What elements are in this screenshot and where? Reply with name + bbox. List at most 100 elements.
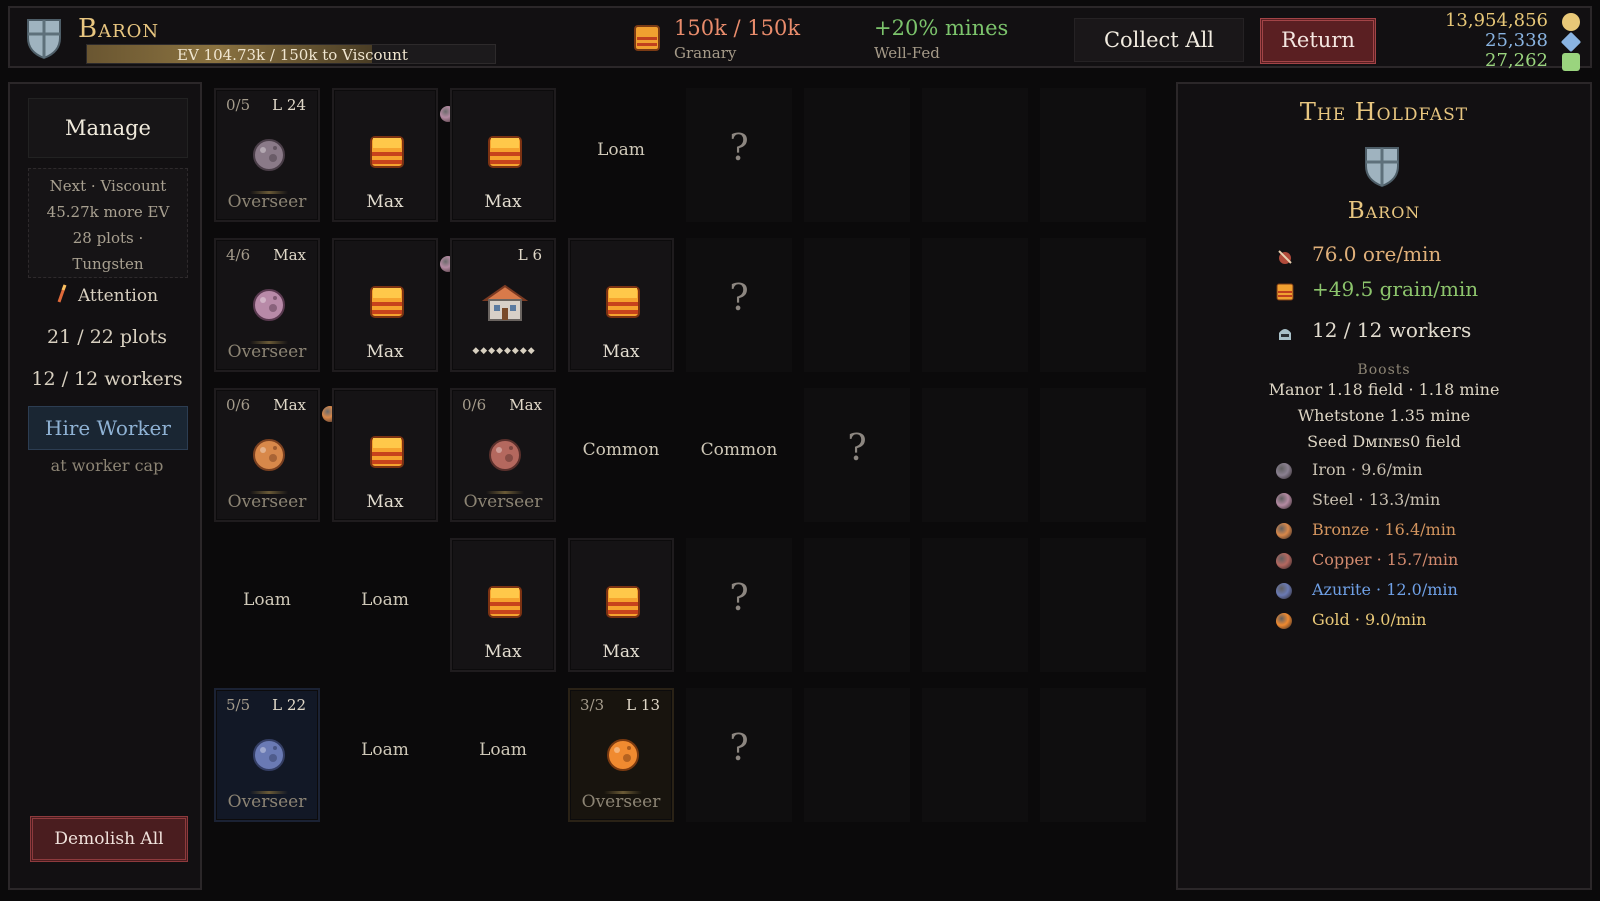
next-rank-line: 45.27k more EV bbox=[46, 203, 170, 221]
blue-gem-icon bbox=[1560, 31, 1582, 53]
unknown-plot-mark: ? bbox=[729, 128, 749, 169]
manor-house-icon bbox=[481, 282, 529, 322]
steel-ore-icon bbox=[251, 286, 287, 322]
collect-all-button[interactable]: Collect All bbox=[1074, 18, 1244, 62]
plot-worker-count: 0/5 bbox=[226, 96, 251, 114]
manor-progress-pips: ◆◆◆◆◆◆◆◆ bbox=[472, 346, 536, 356]
plot-worker-count: 0/6 bbox=[226, 396, 251, 414]
next-rank-line: 28 plots · bbox=[72, 229, 144, 247]
empty-plot bbox=[922, 688, 1028, 822]
shield-crest-icon bbox=[27, 19, 61, 60]
locked-plot[interactable]: ? bbox=[686, 538, 792, 672]
shield-crest-icon bbox=[1365, 147, 1399, 188]
top-bar: Baron EV 104.73k / 150k to Viscount 150k… bbox=[8, 6, 1592, 71]
copper-ore-icon bbox=[487, 436, 523, 472]
overseer-plot[interactable]: 0/6 Max Overseer bbox=[214, 388, 320, 522]
grain-field-icon bbox=[487, 584, 523, 620]
plot-soil-label: Loam bbox=[361, 590, 409, 610]
plot-loam[interactable]: Loam bbox=[214, 538, 320, 672]
plot-level: L 22 bbox=[272, 696, 306, 714]
manage-button[interactable]: Manage bbox=[28, 98, 188, 158]
manor-plot[interactable]: L 6 ◆◆◆◆◆◆◆◆ bbox=[450, 238, 556, 372]
plot-level: Max bbox=[509, 396, 542, 414]
ore-rate: 76.0 ore/min bbox=[1312, 242, 1442, 266]
plot-loam[interactable]: Loam bbox=[332, 538, 438, 672]
holdfast-panel: The Holdfast Baron 76.0 ore/min +49.5 gr… bbox=[1176, 82, 1592, 890]
empty-plot bbox=[804, 88, 910, 222]
hire-note: at worker cap bbox=[50, 456, 164, 475]
plot-status-label: Max bbox=[602, 642, 640, 662]
plot-soil-label: Common bbox=[582, 440, 660, 460]
plot-worker-count: 4/6 bbox=[226, 246, 251, 264]
plot-level: Max bbox=[273, 396, 306, 414]
plot-status-label: Overseer bbox=[581, 792, 661, 812]
grain-field-icon bbox=[369, 134, 405, 170]
plot-common[interactable]: Common bbox=[686, 388, 792, 522]
overseer-plot[interactable]: 4/6 Max Overseer bbox=[214, 238, 320, 372]
plot-loam[interactable]: Loam bbox=[568, 88, 674, 222]
grain-field-icon bbox=[605, 284, 641, 320]
locked-plot[interactable]: ? bbox=[686, 238, 792, 372]
well-fed-bonus-value: +20% mines bbox=[874, 16, 1009, 40]
unknown-plot-mark: ? bbox=[847, 428, 867, 469]
field-plot[interactable]: Max bbox=[568, 238, 674, 372]
empty-plot bbox=[1040, 88, 1146, 222]
overseer-plot[interactable]: 0/6 Max Overseer bbox=[450, 388, 556, 522]
plot-worker-count: 0/6 bbox=[462, 396, 487, 414]
plot-soil-label: Loam bbox=[479, 740, 527, 760]
plot-worker-count: 5/5 bbox=[226, 696, 251, 714]
plot-status-label: Max bbox=[366, 192, 404, 212]
currency-value: 27,262 bbox=[1485, 50, 1548, 71]
empty-plot bbox=[922, 238, 1028, 372]
granary-value: 150k / 150k bbox=[674, 16, 801, 40]
gold-ore-icon bbox=[605, 736, 641, 772]
grain-icon bbox=[1276, 283, 1294, 301]
ore-rate-line: Gold · 9.0/min bbox=[1312, 610, 1427, 629]
field-plot[interactable]: Max bbox=[450, 538, 556, 672]
locked-plot[interactable]: ? bbox=[686, 88, 792, 222]
plot-loam[interactable]: Loam bbox=[332, 688, 438, 822]
holdfast-rank: Baron bbox=[1347, 198, 1421, 224]
return-button[interactable]: Return bbox=[1260, 18, 1376, 64]
workers-count: 12 / 12 workers bbox=[31, 368, 183, 390]
overseer-plot[interactable]: 3/3 L 13 Overseer bbox=[568, 688, 674, 822]
demolish-all-button[interactable]: Demolish All bbox=[30, 816, 188, 862]
ev-progress-text: EV 104.73k / 150k to Viscount bbox=[177, 46, 408, 64]
rank-title: Baron bbox=[78, 14, 160, 44]
plot-status-label: Overseer bbox=[227, 492, 307, 512]
plot-status-label: Overseer bbox=[227, 192, 307, 212]
plot-loam[interactable]: Loam bbox=[450, 688, 556, 822]
empty-plot bbox=[804, 238, 910, 372]
plot-level: Max bbox=[273, 246, 306, 264]
boost-line: Whetstone 1.35 mine bbox=[1297, 406, 1471, 425]
plot-level: L 6 bbox=[517, 246, 542, 264]
field-plot[interactable]: Max bbox=[332, 388, 438, 522]
hire-worker-button[interactable]: Hire Worker bbox=[28, 406, 188, 450]
plot-status-label: Max bbox=[366, 342, 404, 362]
attention-row[interactable]: Attention bbox=[10, 284, 204, 306]
field-plot[interactable]: Max bbox=[332, 238, 438, 372]
plot-status-label: Overseer bbox=[227, 342, 307, 362]
plot-status-label: Max bbox=[484, 192, 522, 212]
field-plot[interactable]: Max bbox=[568, 538, 674, 672]
iron-ore-icon bbox=[251, 136, 287, 172]
locked-plot[interactable]: ? bbox=[804, 388, 910, 522]
empty-plot bbox=[804, 538, 910, 672]
plot-worker-count: 3/3 bbox=[580, 696, 605, 714]
grain-field-icon bbox=[487, 134, 523, 170]
unknown-plot-mark: ? bbox=[729, 578, 749, 619]
field-plot[interactable]: Max bbox=[450, 88, 556, 222]
next-rank-line: Tungsten bbox=[72, 255, 144, 273]
empty-plot bbox=[804, 688, 910, 822]
gold-coin-icon bbox=[1562, 13, 1580, 31]
plot-common[interactable]: Common bbox=[568, 388, 674, 522]
next-rank-box: Next · Viscount 45.27k more EV 28 plots … bbox=[28, 168, 188, 278]
overseer-plot[interactable]: 0/5 L 24 Overseer bbox=[214, 88, 320, 222]
plot-status-label: Overseer bbox=[227, 792, 307, 812]
field-plot[interactable]: Max bbox=[332, 88, 438, 222]
overseer-plot[interactable]: 5/5 L 22 Overseer bbox=[214, 688, 320, 822]
attention-label: Attention bbox=[77, 286, 159, 306]
plot-soil-label: Loam bbox=[361, 740, 409, 760]
plot-level: L 13 bbox=[626, 696, 660, 714]
locked-plot[interactable]: ? bbox=[686, 688, 792, 822]
